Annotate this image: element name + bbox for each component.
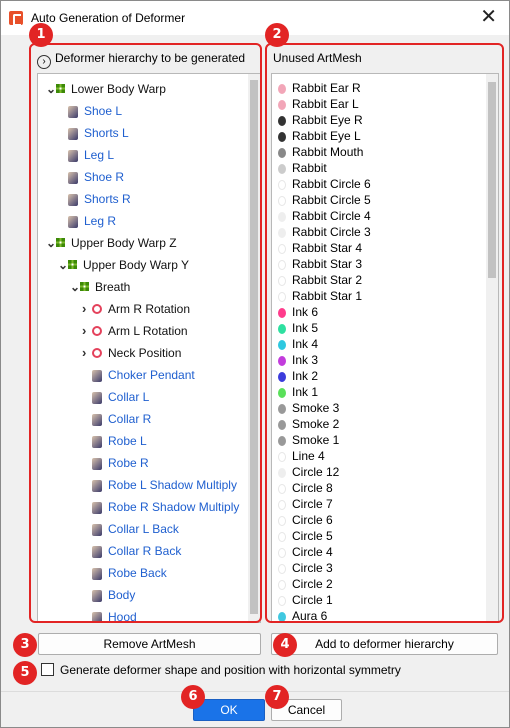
add-to-hierarchy-button[interactable]: Add to deformer hierarchy [271,633,498,655]
ok-button[interactable]: OK [193,699,265,721]
footer-divider [1,691,509,692]
annotation-badge-7: 7 [265,685,289,709]
annotation-badge-5: 5 [13,661,37,685]
title-bar: Auto Generation of Deformer ✕ [1,1,509,35]
close-icon[interactable]: ✕ [480,7,497,27]
highlight-box-right-panel [265,43,504,623]
annotation-badge-6: 6 [181,685,205,709]
symmetry-checkbox[interactable] [41,663,54,676]
highlight-box-left-panel [29,43,262,623]
symmetry-option[interactable]: Generate deformer shape and position wit… [41,663,401,681]
annotation-badge-2: 2 [265,23,289,47]
annotation-badge-1: 1 [29,23,53,47]
window-title: Auto Generation of Deformer [31,11,186,25]
remove-artmesh-button[interactable]: Remove ArtMesh [38,633,261,655]
app-logo-icon [9,11,23,26]
annotation-badge-4: 4 [273,633,297,657]
auto-generation-dialog: Auto Generation of Deformer ✕ › Deformer … [0,0,510,728]
symmetry-checkbox-label: Generate deformer shape and position wit… [60,663,401,677]
annotation-badge-3: 3 [13,633,37,657]
